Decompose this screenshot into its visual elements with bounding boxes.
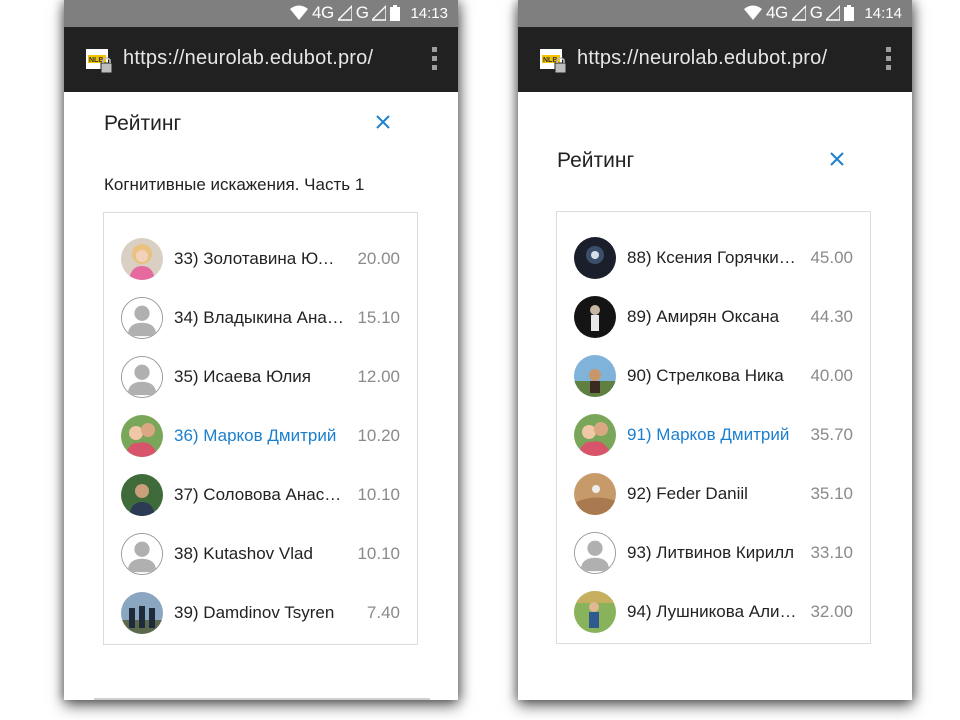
- signal-icon: [791, 5, 806, 21]
- close-icon[interactable]: [373, 112, 393, 132]
- list-item[interactable]: 36) Марков Дмитрий 10.20: [104, 407, 417, 466]
- phone-screen-left: 4G G 14:13 NLB https://neurolab.edubot.p…: [64, 0, 458, 700]
- status-time: 14:13: [410, 4, 448, 22]
- participant-name: 90) Стрелкова Ника: [627, 366, 784, 385]
- wifi-icon: [744, 5, 763, 20]
- network-type-label: 4G: [766, 3, 788, 22]
- list-item[interactable]: 37) Соловова Анастасия 10.10: [104, 466, 417, 525]
- url-text[interactable]: https://neurolab.edubot.pro/: [577, 47, 827, 70]
- participant-score: 33.10: [810, 543, 853, 562]
- network-type-label-2: G: [809, 3, 823, 22]
- list-item[interactable]: 94) Лушникова Алина 32.00: [557, 583, 870, 642]
- overflow-menu-icon[interactable]: [430, 47, 438, 73]
- participant-score: 32.00: [810, 602, 853, 621]
- default-avatar-icon: [574, 532, 616, 574]
- avatar: [574, 473, 616, 515]
- page-title: Рейтинг: [104, 112, 182, 135]
- site-favicon-icon: NLB: [540, 49, 567, 74]
- quiz-subtitle: Когнитивные искажения. Часть 1: [104, 175, 365, 194]
- network-type-label: 4G: [312, 3, 334, 22]
- close-icon[interactable]: [827, 149, 847, 169]
- list-item[interactable]: 35) Исаева Юлия 12.00: [104, 348, 417, 407]
- default-avatar-icon: [121, 356, 163, 398]
- participant-name: 93) Литвинов Кирилл: [627, 543, 795, 562]
- list-item[interactable]: 33) Золотавина Юлия 20.00: [104, 230, 417, 289]
- site-favicon-icon: NLB: [86, 49, 113, 74]
- wifi-icon: [290, 5, 309, 20]
- battery-icon: [390, 5, 401, 21]
- list-item[interactable]: 93) Литвинов Кирилл 33.10: [557, 524, 870, 583]
- page-title: Рейтинг: [557, 149, 635, 172]
- avatar: [574, 237, 616, 279]
- default-avatar-icon: [121, 297, 163, 339]
- list-item[interactable]: 92) Feder Daniil 35.10: [557, 465, 870, 524]
- avatar: [121, 474, 163, 516]
- participant-score: 44.30: [810, 307, 853, 326]
- bottom-divider: [94, 698, 430, 700]
- signal-icon: [337, 5, 352, 21]
- participant-score: 15.10: [357, 308, 400, 327]
- default-avatar-icon: [121, 533, 163, 575]
- participant-score: 20.00: [357, 249, 400, 268]
- signal-icon-2: [826, 5, 841, 21]
- browser-url-bar[interactable]: NLB https://neurolab.edubot.pro/: [64, 27, 458, 92]
- participant-score: 10.20: [357, 426, 400, 445]
- participant-name: 38) Kutashov Vlad: [174, 544, 313, 563]
- participant-name: 92) Feder Daniil: [627, 484, 748, 503]
- list-item[interactable]: 90) Стрелкова Ника 40.00: [557, 347, 870, 406]
- avatar: [574, 414, 616, 456]
- list-item[interactable]: 91) Марков Дмитрий 35.70: [557, 406, 870, 465]
- participant-name: 91) Марков Дмитрий: [627, 425, 790, 444]
- participant-name: 37) Соловова Анастасия: [174, 485, 344, 504]
- participant-score: 12.00: [357, 367, 400, 386]
- status-time: 14:14: [864, 4, 902, 22]
- network-type-label-2: G: [355, 3, 369, 22]
- avatar: [574, 591, 616, 633]
- status-bar: 4G G 14:14: [518, 0, 912, 27]
- browser-url-bar[interactable]: NLB https://neurolab.edubot.pro/: [518, 27, 912, 92]
- participant-name: 35) Исаева Юлия: [174, 367, 311, 386]
- rating-list: 33) Золотавина Юлия 20.00 34) Владыкина Ан…: [103, 212, 418, 645]
- status-bar: 4G G 14:13: [64, 0, 458, 27]
- participant-score: 35.70: [810, 425, 853, 444]
- list-item[interactable]: 88) Ксения Горячкина 45.00: [557, 229, 870, 288]
- avatar: [121, 592, 163, 634]
- avatar: [574, 296, 616, 338]
- overflow-menu-icon[interactable]: [884, 47, 892, 73]
- participant-name: 39) Damdinov Tsyren: [174, 603, 335, 622]
- url-text[interactable]: https://neurolab.edubot.pro/: [123, 47, 373, 70]
- participant-score: 45.00: [810, 248, 853, 267]
- participant-name: 94) Лушникова Алина: [627, 602, 797, 621]
- participant-name: 89) Амирян Оксана: [627, 307, 780, 326]
- participant-name: 36) Марков Дмитрий: [174, 426, 337, 445]
- participant-score: 10.10: [357, 544, 400, 563]
- signal-icon-2: [372, 5, 387, 21]
- participant-name: 88) Ксения Горячкина: [627, 248, 797, 267]
- phone-screen-right: 4G G 14:14 NLB https://neurolab.edubot.p…: [518, 0, 912, 700]
- participant-score: 10.10: [357, 485, 400, 504]
- list-item[interactable]: 89) Амирян Оксана 44.30: [557, 288, 870, 347]
- participant-score: 40.00: [810, 366, 853, 385]
- avatar: [121, 415, 163, 457]
- list-item[interactable]: 34) Владыкина Анастасия 15.10: [104, 289, 417, 348]
- list-item[interactable]: 39) Damdinov Tsyren 7.40: [104, 584, 417, 643]
- avatar: [121, 238, 163, 280]
- battery-icon: [844, 5, 855, 21]
- participant-score: 35.10: [810, 484, 853, 503]
- participant-score: 7.40: [366, 603, 400, 622]
- avatar: [574, 355, 616, 397]
- list-item[interactable]: 38) Kutashov Vlad 10.10: [104, 525, 417, 584]
- rating-list: 88) Ксения Горячкина 45.00 89) Амирян Окса…: [556, 211, 871, 644]
- participant-name: 34) Владыкина Анастасия: [174, 308, 344, 327]
- participant-name: 33) Золотавина Юлия: [174, 249, 344, 268]
